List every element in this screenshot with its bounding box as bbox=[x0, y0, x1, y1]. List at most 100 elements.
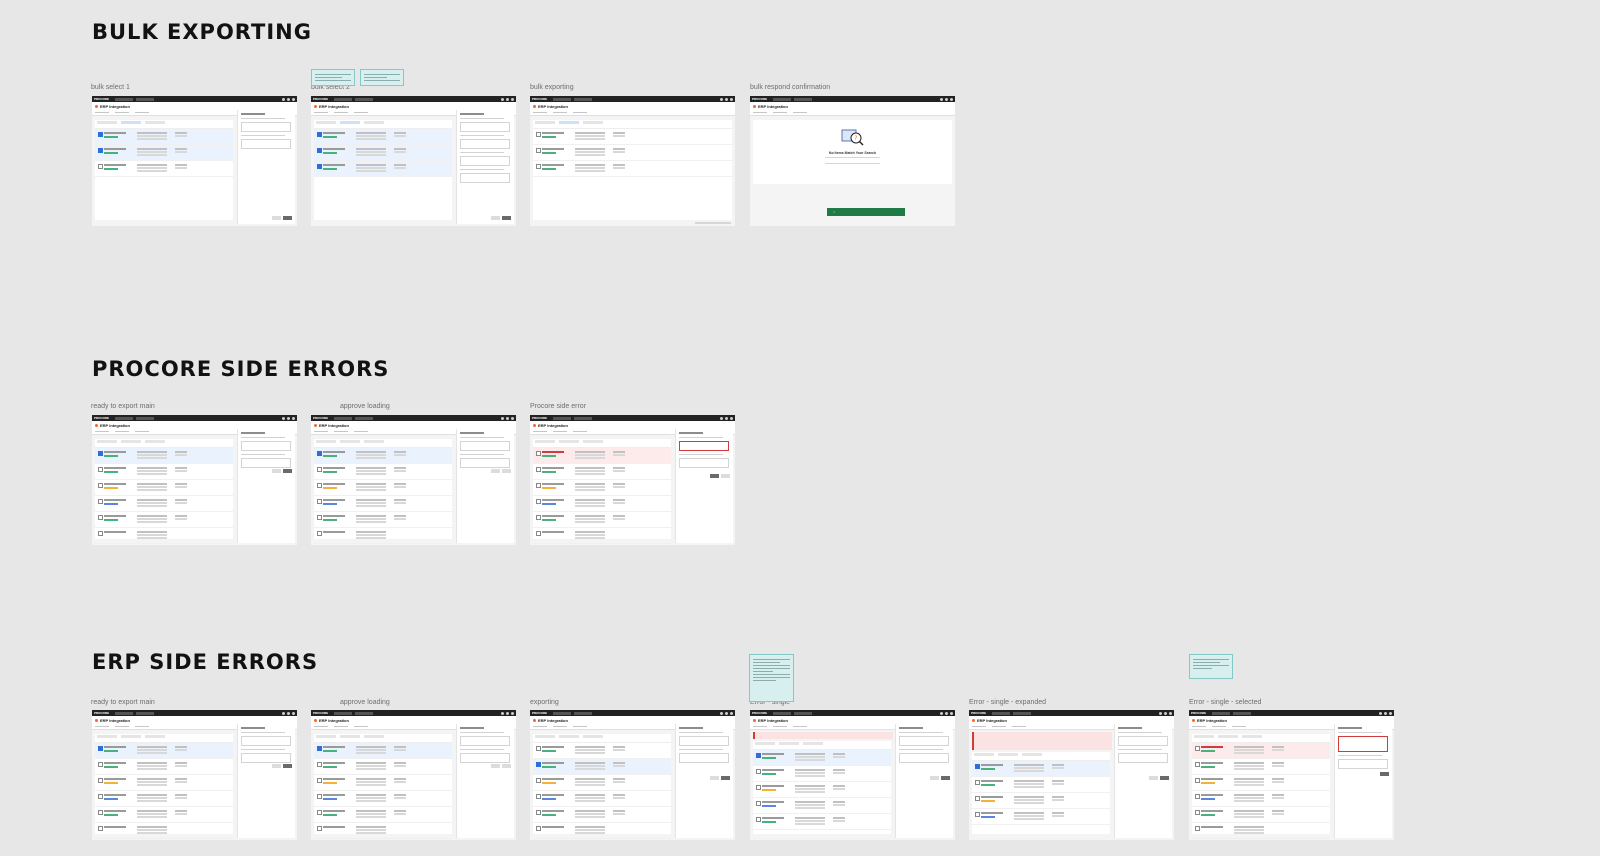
list-item[interactable] bbox=[95, 791, 233, 807]
list-item[interactable] bbox=[1192, 775, 1330, 791]
screen-mockup[interactable]: PROCORE ERP Integration bbox=[750, 710, 955, 840]
list-item[interactable] bbox=[533, 129, 732, 145]
filter-bar[interactable] bbox=[314, 120, 452, 129]
app-title: ERP Integration bbox=[758, 104, 788, 109]
item-list bbox=[314, 439, 452, 544]
list-item[interactable] bbox=[95, 528, 233, 544]
list-item[interactable] bbox=[314, 775, 452, 791]
list-item[interactable] bbox=[95, 480, 233, 496]
filter-bar[interactable] bbox=[1192, 734, 1330, 743]
list-item[interactable] bbox=[533, 512, 671, 528]
screen-mockup[interactable]: PROCORE ERP Integration bbox=[530, 96, 735, 226]
list-item[interactable] bbox=[972, 793, 1110, 809]
filter-bar[interactable] bbox=[533, 439, 671, 448]
brand-logo: PROCORE bbox=[1191, 711, 1207, 715]
list-item[interactable] bbox=[314, 823, 452, 839]
list-item[interactable] bbox=[95, 743, 233, 759]
list-item[interactable] bbox=[533, 528, 671, 544]
list-item[interactable] bbox=[95, 448, 233, 464]
list-item[interactable] bbox=[314, 129, 452, 145]
list-item[interactable] bbox=[95, 129, 233, 145]
list-item[interactable] bbox=[1192, 807, 1330, 823]
list-item[interactable] bbox=[314, 512, 452, 528]
screen-mockup[interactable]: PROCORE ERP Integration bbox=[92, 96, 297, 226]
list-item[interactable] bbox=[753, 798, 891, 814]
list-item[interactable] bbox=[533, 759, 671, 775]
sticky-note bbox=[311, 69, 355, 86]
screen-mockup[interactable]: PROCORE ERP Integration bbox=[1189, 710, 1394, 840]
list-item[interactable] bbox=[314, 496, 452, 512]
list-item[interactable] bbox=[314, 807, 452, 823]
screen-mockup[interactable]: PROCORE ERP Integration bbox=[311, 415, 516, 545]
success-toast: ✓ bbox=[827, 208, 905, 216]
list-item[interactable] bbox=[753, 814, 891, 830]
list-item[interactable] bbox=[533, 823, 671, 839]
list-item[interactable] bbox=[95, 161, 233, 177]
filter-bar[interactable] bbox=[314, 439, 452, 448]
item-list bbox=[1192, 734, 1330, 839]
screen-mockup[interactable]: PROCORE ERP Integration bbox=[92, 710, 297, 840]
list-item[interactable] bbox=[972, 809, 1110, 825]
list-item[interactable] bbox=[753, 750, 891, 766]
filter-bar[interactable] bbox=[753, 741, 891, 750]
filter-bar[interactable] bbox=[95, 734, 233, 743]
brand-logo: PROCORE bbox=[94, 416, 110, 420]
screen-mockup[interactable]: PROCORE ERP Integration bbox=[530, 415, 735, 545]
list-item[interactable] bbox=[314, 448, 452, 464]
list-item[interactable] bbox=[1192, 743, 1330, 759]
screen-mockup[interactable]: PROCORE ERP Integration ? No Items Match… bbox=[750, 96, 955, 226]
screen-mockup[interactable]: PROCORE ERP Integration bbox=[311, 96, 516, 226]
item-list bbox=[95, 439, 233, 544]
list-item[interactable] bbox=[533, 480, 671, 496]
list-item[interactable] bbox=[95, 496, 233, 512]
list-item[interactable] bbox=[972, 777, 1110, 793]
screen-mockup[interactable]: PROCORE ERP Integration bbox=[311, 710, 516, 840]
list-item[interactable] bbox=[533, 775, 671, 791]
list-item[interactable] bbox=[533, 496, 671, 512]
list-item[interactable] bbox=[1192, 759, 1330, 775]
filter-bar[interactable] bbox=[533, 734, 671, 743]
list-item[interactable] bbox=[533, 791, 671, 807]
list-item[interactable] bbox=[95, 145, 233, 161]
list-item[interactable] bbox=[533, 807, 671, 823]
list-item[interactable] bbox=[314, 480, 452, 496]
list-item[interactable] bbox=[314, 464, 452, 480]
filter-bar[interactable] bbox=[95, 439, 233, 448]
screen-mockup[interactable]: PROCORE ERP Integration bbox=[92, 415, 297, 545]
list-item[interactable] bbox=[753, 782, 891, 798]
list-item[interactable] bbox=[753, 766, 891, 782]
list-item[interactable] bbox=[533, 464, 671, 480]
section-title-bulk-exporting: BULK EXPORTING bbox=[92, 20, 312, 44]
list-item[interactable] bbox=[314, 791, 452, 807]
filter-bar[interactable] bbox=[95, 120, 233, 129]
list-item[interactable] bbox=[533, 448, 671, 464]
list-item[interactable] bbox=[95, 464, 233, 480]
list-item[interactable] bbox=[314, 161, 452, 177]
filter-bar[interactable] bbox=[533, 120, 732, 129]
list-item[interactable] bbox=[533, 743, 671, 759]
screen-mockup[interactable]: PROCORE ERP Integration bbox=[530, 710, 735, 840]
side-panel bbox=[675, 429, 733, 543]
list-item[interactable] bbox=[95, 512, 233, 528]
app-icon bbox=[533, 105, 536, 108]
list-item[interactable] bbox=[314, 759, 452, 775]
list-item[interactable] bbox=[314, 145, 452, 161]
filter-bar[interactable] bbox=[314, 734, 452, 743]
list-item[interactable] bbox=[95, 823, 233, 839]
list-item[interactable] bbox=[95, 759, 233, 775]
list-item[interactable] bbox=[972, 761, 1110, 777]
pagination[interactable] bbox=[695, 222, 731, 224]
app-icon bbox=[95, 105, 98, 108]
list-item[interactable] bbox=[314, 528, 452, 544]
side-panel bbox=[456, 110, 514, 224]
list-item[interactable] bbox=[95, 775, 233, 791]
filter-bar[interactable] bbox=[972, 752, 1110, 761]
side-panel bbox=[895, 724, 953, 838]
screen-mockup[interactable]: PROCORE ERP Integration bbox=[969, 710, 1174, 840]
list-item[interactable] bbox=[533, 161, 732, 177]
list-item[interactable] bbox=[95, 807, 233, 823]
list-item[interactable] bbox=[1192, 791, 1330, 807]
list-item[interactable] bbox=[314, 743, 452, 759]
list-item[interactable] bbox=[533, 145, 732, 161]
list-item[interactable] bbox=[1192, 823, 1330, 839]
